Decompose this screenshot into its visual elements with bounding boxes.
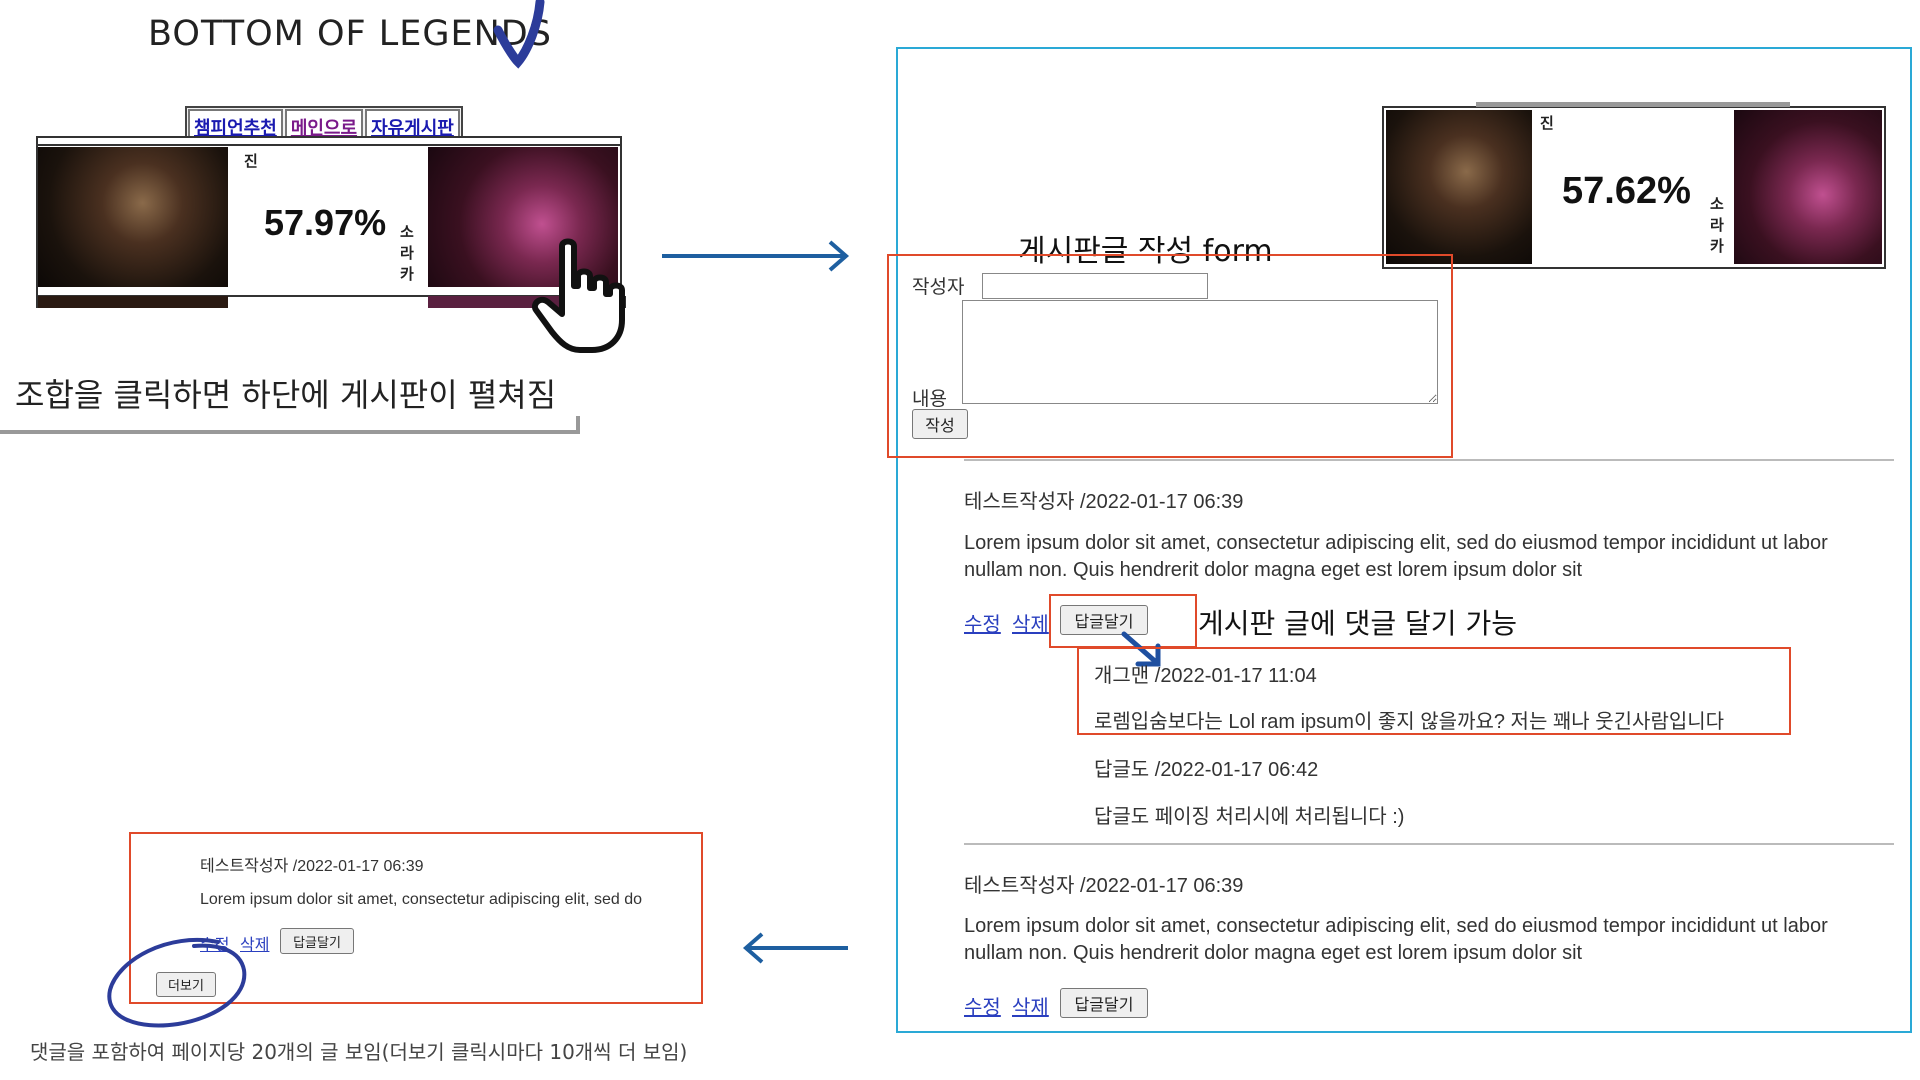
- delete-link[interactable]: 삭제: [1012, 608, 1049, 637]
- champion-portrait-left: [38, 147, 228, 287]
- caption-underline: [0, 430, 580, 434]
- highlight-circle-icon: [107, 938, 247, 1028]
- author-label: 작성자: [912, 276, 965, 298]
- reply-body: 답글도 페이징 처리시에 처리됩니다 :): [1094, 806, 1405, 828]
- edit-link[interactable]: 수정: [964, 608, 1001, 637]
- arrow-right-icon: [662, 240, 850, 272]
- delete-link[interactable]: 삭제: [1012, 991, 1049, 1020]
- content-label: 내용: [912, 388, 947, 410]
- reply-meta: 개그맨 /2022-01-17 11:04: [1094, 665, 1317, 687]
- reply-annotation: 게시판 글에 댓글 달기 가능: [1198, 607, 1517, 640]
- reply-button[interactable]: 답글달기: [280, 928, 354, 954]
- edit-link[interactable]: 수정: [964, 991, 1001, 1020]
- champion-name-left: 진: [1540, 114, 1554, 132]
- matchup-winrate: 57.62%: [1562, 170, 1691, 212]
- post-meta: 테스트작성자 /2022-01-17 06:39: [200, 858, 424, 875]
- post-meta: 테스트작성자 /2022-01-17 06:39: [964, 875, 1244, 897]
- matchup-top-border: [36, 136, 622, 146]
- matchup-winrate: 57.97%: [264, 202, 387, 243]
- reply-body: 로렘입숨보다는 Lol ram ipsum이 좋지 않을까요? 저는 꽤나 웃긴…: [1094, 711, 1725, 733]
- champion-portrait-right: [1734, 110, 1882, 264]
- post-body: Lorem ipsum dolor sit amet, consectetur …: [964, 915, 1828, 964]
- check-mark-icon: [493, 0, 545, 69]
- caption-click-combination: 조합을 클릭하면 하단에 게시판이 펼쳐짐: [15, 376, 557, 414]
- reply-button[interactable]: 답글달기: [1060, 988, 1148, 1018]
- champion-name-right-vertical: 소 라 카: [400, 223, 414, 283]
- arrow-left-icon: [742, 932, 848, 964]
- author-input[interactable]: [982, 273, 1208, 299]
- caption-underline-tick: [576, 416, 580, 434]
- hand-pointer-icon: [532, 238, 625, 353]
- matchup-top-strip: [1476, 102, 1790, 107]
- post-body: Lorem ipsum dolor sit amet, consectetur …: [200, 891, 642, 908]
- caption-paging: 댓글을 포함하여 페이지당 20개의 글 보임(더보기 클릭시마다 10개씩 더…: [30, 1040, 688, 1064]
- post-meta: 테스트작성자 /2022-01-17 06:39: [964, 491, 1244, 513]
- champion-name-left: 진: [244, 152, 258, 170]
- submit-button[interactable]: 작성: [912, 409, 968, 439]
- divider: [964, 459, 1894, 461]
- reply-meta: 답글도 /2022-01-17 06:42: [1094, 759, 1319, 781]
- champion-portrait-left: [1386, 110, 1532, 264]
- post-body: Lorem ipsum dolor sit amet, consectetur …: [964, 532, 1828, 581]
- content-textarea[interactable]: [962, 300, 1438, 404]
- champion-name-right-vertical: 소 라 카: [1710, 195, 1724, 255]
- divider: [964, 843, 1894, 845]
